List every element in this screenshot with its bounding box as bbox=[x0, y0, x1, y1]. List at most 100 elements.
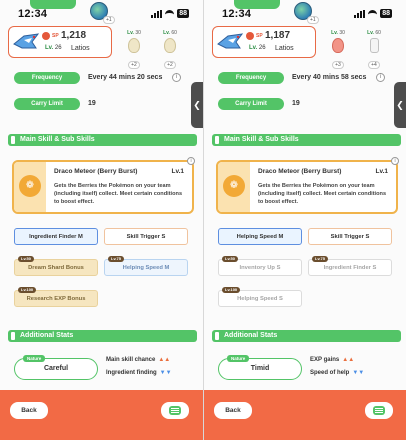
sub-skill-3[interactable]: Lv.50 Dream Shard Bonus bbox=[14, 256, 98, 276]
sub-skill-4[interactable]: Lv.75 Ingredient Finder S bbox=[308, 256, 392, 276]
unlock-count: +2 bbox=[128, 61, 140, 69]
menu-icon bbox=[169, 406, 181, 415]
frequency-label: Frequency bbox=[14, 72, 80, 84]
pokemon-name: Latios bbox=[275, 45, 294, 52]
berry-burst-icon: ❁ bbox=[223, 175, 245, 197]
unlock-level: Lv. 30 bbox=[127, 30, 141, 36]
pokemon-detail-panel-left: 12:34 +1 88 SP 1,218 Lv. 26 Latios Lv. 3… bbox=[0, 0, 203, 440]
info-icon[interactable]: i bbox=[376, 73, 385, 82]
info-icon[interactable]: i bbox=[391, 157, 399, 165]
back-button[interactable]: Back bbox=[10, 402, 48, 419]
unlock-level-tag: Lv.50 bbox=[18, 256, 34, 262]
globe-badge: +1 bbox=[103, 16, 115, 24]
latios-sprite-icon bbox=[13, 33, 40, 49]
berry-burst-icon: ❁ bbox=[19, 175, 41, 197]
frequency-value: Every 40 mins 58 secs bbox=[292, 74, 367, 81]
latios-sprite-icon bbox=[217, 33, 244, 49]
up-arrows-icon: ▲▲ bbox=[342, 357, 355, 363]
bottom-bar: Back bbox=[204, 390, 406, 440]
pokemon-level: Lv. 26 bbox=[249, 45, 266, 51]
carry-limit-value: 19 bbox=[88, 100, 96, 107]
sub-skill-1[interactable]: Ingredient Finder M bbox=[14, 228, 98, 245]
sp-icon bbox=[246, 32, 254, 40]
carry-limit-value: 19 bbox=[292, 100, 300, 107]
back-button[interactable]: Back bbox=[214, 402, 252, 419]
nature-tag: Nature bbox=[23, 355, 46, 362]
milk-icon bbox=[369, 38, 379, 53]
sub-skill-2[interactable]: Skill Trigger S bbox=[104, 228, 188, 245]
menu-button[interactable] bbox=[161, 402, 189, 419]
sub-skill-2[interactable]: Skill Trigger S bbox=[308, 228, 392, 245]
down-arrows-icon: ▼▼ bbox=[352, 370, 365, 376]
info-icon[interactable]: i bbox=[172, 73, 181, 82]
unlock-level-tag: Lv.50 bbox=[222, 256, 238, 262]
pokemon-card[interactable]: SP 1,187 Lv. 26 Latios bbox=[212, 26, 316, 58]
sp-value: 1,187 bbox=[265, 30, 291, 41]
section-header-stats: Additional Stats bbox=[8, 330, 197, 342]
egg-icon bbox=[164, 38, 176, 53]
pokemon-level: Lv. 26 bbox=[45, 45, 62, 51]
info-icon[interactable]: i bbox=[187, 157, 195, 165]
sub-skill-5[interactable]: Lv.100 Research EXP Bonus bbox=[14, 287, 98, 307]
main-skill-description: Gets the Berries the Pokémon on your tea… bbox=[54, 183, 183, 205]
down-arrows-icon: ▼▼ bbox=[159, 370, 172, 376]
main-skill-name: Draco Meteor (Berry Burst) bbox=[258, 168, 342, 175]
sub-skill-5[interactable]: Lv.100 Helping Speed S bbox=[218, 287, 302, 307]
stat-up: Main skill chance ▲▲ bbox=[106, 357, 171, 363]
sp-label: SP bbox=[52, 33, 59, 39]
unlock-level: Lv. 30 bbox=[331, 30, 345, 36]
sp-icon bbox=[42, 32, 50, 40]
ingredient-unlock-30[interactable]: Lv. 30 +3 bbox=[324, 30, 352, 71]
level-value: 26 bbox=[258, 45, 266, 51]
unlock-level: Lv. 60 bbox=[163, 30, 177, 36]
nature-badge[interactable]: Nature Timid bbox=[218, 355, 302, 380]
ingredient-unlock-60[interactable]: Lv. 60 +2 bbox=[156, 30, 184, 71]
chevron-left-icon[interactable]: ❮ bbox=[394, 82, 406, 128]
unlock-count: +4 bbox=[368, 61, 380, 69]
unlock-count: +2 bbox=[164, 61, 176, 69]
battery-icon: 88 bbox=[177, 9, 189, 18]
level-value: 26 bbox=[54, 45, 62, 51]
status-bar: 12:34 +1 88 bbox=[0, 0, 203, 26]
pokemon-card[interactable]: SP 1,218 Lv. 26 Latios bbox=[8, 26, 112, 58]
pokemon-detail-panel-right: 12:34 +1 88 SP 1,187 Lv. 26 Latios Lv. 3… bbox=[203, 0, 406, 440]
frequency-label: Frequency bbox=[218, 72, 284, 84]
globe-badge: +1 bbox=[307, 16, 319, 24]
section-header-stats: Additional Stats bbox=[212, 330, 401, 342]
main-skill-card[interactable]: ❁ Draco Meteor (Berry Burst) Lv.1 Gets t… bbox=[12, 157, 195, 214]
carry-limit-label: Carry Limit bbox=[218, 98, 284, 110]
menu-button[interactable] bbox=[365, 402, 393, 419]
status-icons: 88 bbox=[354, 9, 392, 18]
sub-skill-4[interactable]: Lv.75 Helping Speed M bbox=[104, 256, 188, 276]
nature-tag: Nature bbox=[227, 355, 250, 362]
sp-value: 1,218 bbox=[61, 30, 87, 41]
wifi-icon bbox=[368, 10, 378, 17]
signal-icon bbox=[354, 9, 366, 18]
ingredient-unlock-60[interactable]: Lv. 60 +4 bbox=[360, 30, 388, 71]
level-label: Lv. bbox=[249, 45, 258, 51]
main-skill-description: Gets the Berries the Pokémon on your tea… bbox=[258, 183, 387, 205]
nature-badge[interactable]: Nature Careful bbox=[14, 355, 98, 380]
unlock-level-tag: Lv.75 bbox=[108, 256, 124, 262]
section-header-skills: Main Skill & Sub Skills bbox=[8, 134, 197, 146]
ingredient-unlock-30[interactable]: Lv. 30 +2 bbox=[120, 30, 148, 71]
carry-limit-label: Carry Limit bbox=[14, 98, 80, 110]
main-skill-level: Lv.1 bbox=[375, 168, 388, 175]
egg-icon bbox=[128, 38, 140, 53]
wifi-icon bbox=[165, 10, 175, 17]
up-arrows-icon: ▲▲ bbox=[158, 357, 171, 363]
chevron-left-icon[interactable]: ❮ bbox=[191, 82, 203, 128]
status-icons: 88 bbox=[151, 9, 189, 18]
status-bar: 12:34 +1 88 bbox=[204, 0, 406, 26]
main-skill-card[interactable]: ❁ Draco Meteor (Berry Burst) Lv.1 Gets t… bbox=[216, 157, 399, 214]
sub-skill-1[interactable]: Helping Speed M bbox=[218, 228, 302, 245]
battery-icon: 88 bbox=[380, 9, 392, 18]
sp-label: SP bbox=[256, 33, 263, 39]
stat-up: EXP gains ▲▲ bbox=[310, 357, 355, 363]
unlock-level-tag: Lv.100 bbox=[18, 287, 37, 293]
sub-skill-3[interactable]: Lv.50 Inventory Up S bbox=[218, 256, 302, 276]
unlock-level-tag: Lv.100 bbox=[222, 287, 241, 293]
main-skill-level: Lv.1 bbox=[171, 168, 184, 175]
menu-icon bbox=[373, 406, 385, 415]
unlock-count: +3 bbox=[332, 61, 344, 69]
